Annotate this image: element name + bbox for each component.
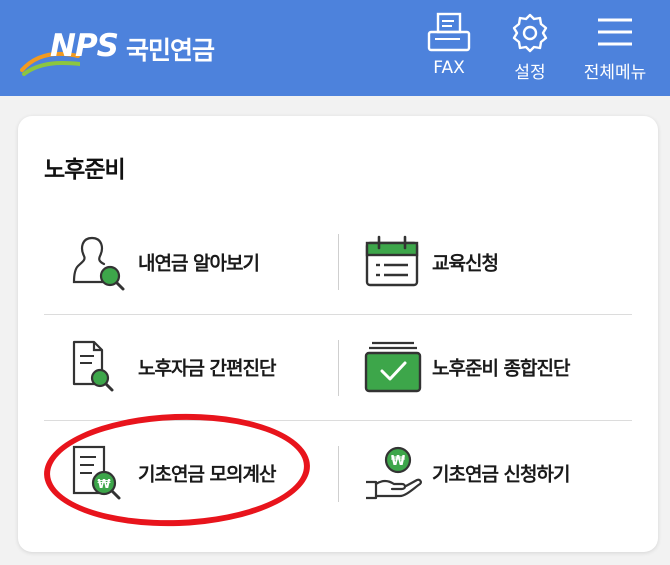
fax-label: FAX — [433, 58, 465, 78]
person-search-icon — [72, 236, 125, 291]
logo-abbr: NPS — [50, 28, 119, 64]
retirement-comprehensive-check-item[interactable]: 노후준비 종합진단 — [364, 317, 660, 417]
row-divider — [44, 314, 632, 315]
app-header: NPS 국민연금 FAX 설정 전체메뉴 — [0, 0, 670, 96]
svg-text:₩: ₩ — [391, 454, 406, 469]
full-menu-button[interactable]: 전체메뉴 — [582, 8, 648, 88]
divider — [338, 234, 339, 290]
calendar-icon — [365, 235, 419, 287]
my-pension-lookup-item[interactable]: 내연금 알아보기 — [70, 212, 366, 312]
item-label: 노후준비 종합진단 — [432, 357, 570, 380]
retirement-fund-quick-check-item[interactable]: 노후자금 간편진단 — [70, 317, 366, 417]
item-label: 기초연금 신청하기 — [432, 463, 570, 486]
full-menu-label: 전체메뉴 — [583, 63, 647, 83]
nps-logo[interactable]: NPS 국민연금 — [20, 22, 240, 78]
basic-pension-application-item[interactable]: ₩ 기초연금 신청하기 — [364, 423, 660, 523]
settings-label: 설정 — [514, 63, 546, 83]
logo-text: 국민연금 — [126, 36, 215, 65]
education-application-item[interactable]: 교육신청 — [364, 212, 660, 312]
hand-coin-icon: ₩ — [366, 446, 422, 500]
card-title: 노후준비 — [44, 157, 126, 183]
gear-icon — [512, 13, 548, 53]
settings-button[interactable]: 설정 — [497, 8, 563, 88]
hamburger-menu-icon — [598, 18, 632, 46]
fax-button[interactable]: FAX — [416, 8, 482, 88]
fax-icon — [427, 12, 471, 52]
document-search-icon — [72, 340, 114, 392]
item-label: 노후자금 간편진단 — [138, 357, 276, 380]
divider — [338, 340, 339, 396]
checkbox-stack-icon — [364, 341, 422, 393]
item-label: 내연금 알아보기 — [138, 252, 260, 275]
divider — [338, 446, 339, 502]
item-label: 교육신청 — [432, 252, 499, 275]
